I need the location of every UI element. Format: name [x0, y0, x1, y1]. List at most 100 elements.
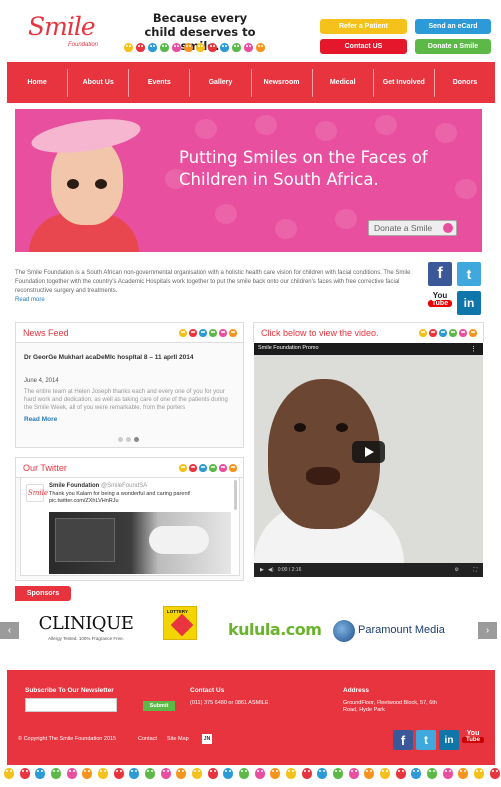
- smiley-icon: [199, 329, 207, 337]
- smiley-icon: [442, 768, 453, 779]
- intro-paragraph: The Smile Foundation is a South African …: [15, 270, 411, 294]
- sponsor-paramount[interactable]: Paramount Media: [358, 624, 445, 636]
- smiley-icon: [395, 768, 406, 779]
- play-icon[interactable]: ▶: [260, 567, 264, 573]
- fullscreen-icon[interactable]: ⛶: [473, 563, 477, 577]
- nav-newsroom[interactable]: Newsroom: [252, 68, 313, 97]
- nav-medical[interactable]: Medical: [313, 68, 374, 97]
- contact-title: Contact Us: [190, 687, 225, 694]
- smiley-icon: [333, 768, 344, 779]
- smiley-icon: [220, 43, 229, 52]
- baby-photo: [21, 113, 151, 252]
- smiley-icon: [244, 43, 253, 52]
- refer-patient-button[interactable]: Refer a Patient: [320, 19, 407, 34]
- newsletter-email-input[interactable]: [25, 698, 117, 712]
- address-text: GroundFloor, Fleetwood Block, 57, 6th Ro…: [343, 700, 437, 713]
- smiley-icon: [196, 43, 205, 52]
- sponsor-clinique[interactable]: CLINIQUE Allergy Tested. 100% Fragrance …: [36, 613, 136, 641]
- smiley-icon: [270, 768, 281, 779]
- smiley-icon: [192, 768, 203, 779]
- smiley-icon: [348, 768, 359, 779]
- nav-home[interactable]: Home: [7, 68, 69, 97]
- smiley-icon: [301, 768, 312, 779]
- footer-twitter-icon[interactable]: t: [416, 730, 436, 750]
- footer-link-contact[interactable]: Contact: [138, 736, 157, 743]
- lottery-x-icon: [170, 613, 194, 637]
- globe-icon: [333, 620, 355, 642]
- video-player[interactable]: Smile Foundation Promo ⋮ ▶ ◀) 0:00 / 2:1…: [254, 343, 483, 577]
- contact-text: (011) 375 6480 or 0861 ASMILE: [190, 700, 269, 706]
- clinique-sub: Allergy Tested. 100% Fragrance Free.: [48, 636, 124, 641]
- video-time: 0:00 / 2:16: [277, 567, 302, 573]
- news-read-more-link[interactable]: Read More: [24, 416, 57, 423]
- smiley-icon: [124, 43, 133, 52]
- sponsor-kulula[interactable]: kulula.com: [228, 620, 322, 639]
- twitter-icon[interactable]: t: [457, 262, 481, 286]
- news-item-title[interactable]: Dr GeorGe MukharI acaDeMIc hospItal 8 – …: [24, 354, 193, 361]
- smiley-icon: [239, 768, 250, 779]
- youtube-icon[interactable]: You Tube: [428, 291, 452, 315]
- settings-icon[interactable]: ⚙: [455, 563, 459, 577]
- volume-icon[interactable]: ◀): [268, 567, 274, 573]
- header-smiley-row: [124, 43, 284, 52]
- pager-dot[interactable]: [126, 437, 131, 442]
- pager-dot[interactable]: [118, 437, 123, 442]
- tweet-feed[interactable]: Smile Smile Foundation @SmileFoundSA Tha…: [20, 477, 240, 576]
- facebook-icon[interactable]: f: [428, 262, 452, 286]
- nav-donors[interactable]: Donors: [435, 69, 495, 97]
- footer-linkedin-icon[interactable]: in: [439, 730, 459, 750]
- smiley-icon: [256, 43, 265, 52]
- jn-badge-icon[interactable]: JN: [202, 734, 212, 744]
- smiley-icon: [380, 768, 391, 779]
- smiley-icon: [189, 464, 197, 472]
- footer-youtube-icon[interactable]: You Tube: [462, 730, 484, 750]
- hero-banner: Putting Smiles on the Faces of Children …: [15, 109, 482, 252]
- share-icon[interactable]: ⋮: [470, 345, 477, 353]
- logo-sub: Foundation: [68, 42, 99, 48]
- smiley-icon: [469, 329, 477, 337]
- smiley-icon: [229, 464, 237, 472]
- banner-donate-button[interactable]: Donate a Smile: [368, 220, 457, 236]
- donate-smile-button[interactable]: Donate a Smile: [415, 39, 491, 54]
- tweet-account: Smile Foundation: [49, 483, 100, 489]
- smiley-icon: [199, 464, 207, 472]
- news-pager: [118, 437, 139, 442]
- play-button[interactable]: [352, 441, 385, 463]
- smile-foundation-logo[interactable]: Smile Foundation: [26, 10, 106, 56]
- smiley-icon: [184, 43, 193, 52]
- news-item-body: The entire team at Helen Joseph thanks e…: [24, 389, 228, 411]
- smiley-icon: [209, 464, 217, 472]
- contact-us-button[interactable]: Contact US: [320, 39, 407, 54]
- smiley-icon: [51, 768, 62, 779]
- pager-dot[interactable]: [134, 437, 139, 442]
- video-controls: ▶ ◀) 0:00 / 2:16 ⚙ ⛶: [254, 563, 483, 577]
- nav-get-involved[interactable]: Get Involved: [374, 68, 435, 97]
- tweet-scrollbar[interactable]: [234, 480, 237, 510]
- news-feed-title: News Feed: [23, 328, 69, 338]
- smiley-icon: [66, 768, 77, 779]
- nav-events[interactable]: Events: [129, 68, 191, 97]
- tweet-text: Thank you Kalam for being a wonderful an…: [49, 491, 191, 504]
- nav-gallery[interactable]: Gallery: [190, 68, 252, 97]
- sponsor-lottery[interactable]: LOTTERY: [163, 606, 197, 640]
- smiley-icon: [449, 329, 457, 337]
- sponsor-next-arrow[interactable]: ›: [478, 622, 497, 639]
- banner-headline: Putting Smiles on the Faces of Children …: [179, 148, 428, 189]
- footer-link-sitemap[interactable]: Site Map: [167, 736, 189, 743]
- intro-read-more-link[interactable]: Read more: [15, 297, 45, 303]
- linkedin-icon[interactable]: in: [457, 291, 481, 315]
- news-smiley-row: [179, 329, 237, 337]
- clinique-name: CLINIQUE: [38, 613, 134, 634]
- tweet-image[interactable]: [49, 512, 231, 574]
- footer-facebook-icon[interactable]: f: [393, 730, 413, 750]
- send-ecard-button[interactable]: Send an eCard: [415, 19, 491, 34]
- banner-donate-label: Donate a Smile: [374, 223, 433, 233]
- smiley-icon: [189, 329, 197, 337]
- newsletter-submit-button[interactable]: Submit: [143, 701, 175, 711]
- smiley-icon: [179, 464, 187, 472]
- nav-about-us[interactable]: About Us: [68, 68, 130, 97]
- smiley-icon: [219, 464, 227, 472]
- smiley-icon: [209, 329, 217, 337]
- sponsor-prev-arrow[interactable]: ‹: [0, 622, 19, 639]
- main-nav: Home About Us Events Gallery Newsroom Me…: [7, 62, 495, 103]
